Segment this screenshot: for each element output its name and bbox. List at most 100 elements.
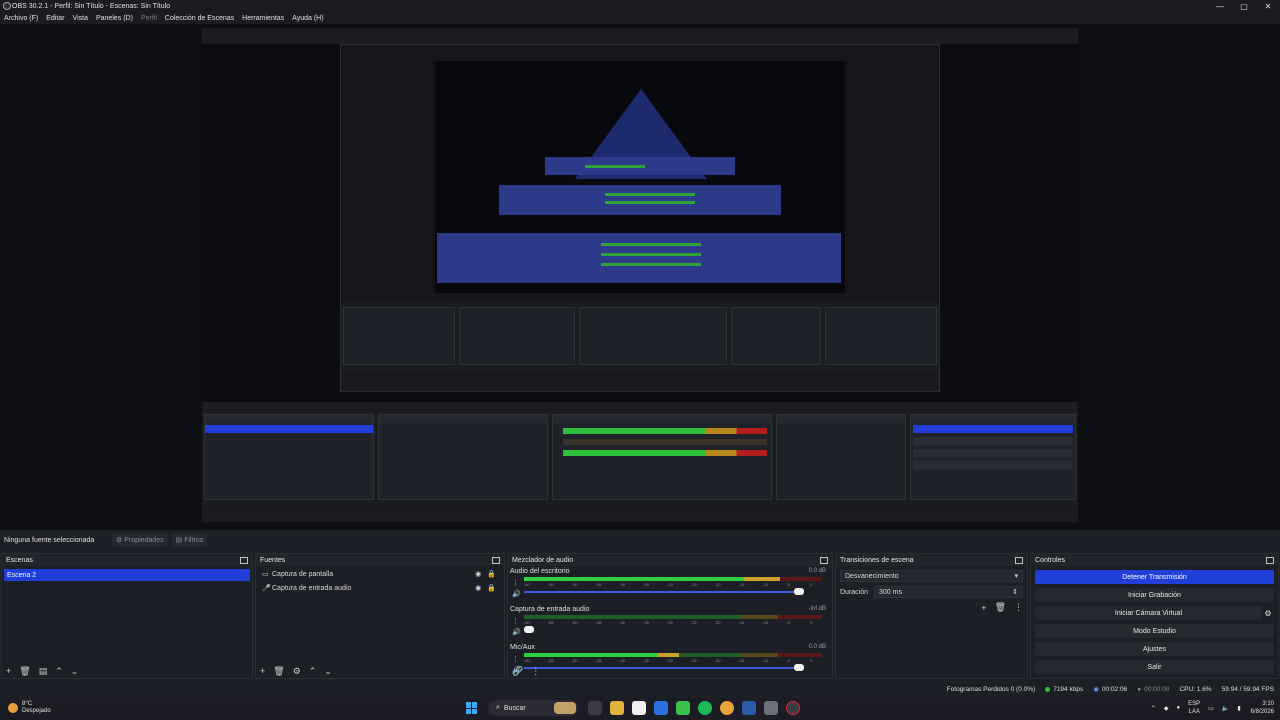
meter-tick-label: -15 [738,658,745,663]
maximize-button[interactable]: ▢ [1232,0,1256,12]
menu-tools[interactable]: Herramientas [242,15,284,22]
menu-dots-icon[interactable]: ⋮ [1014,602,1023,613]
windows-start-icon[interactable] [466,702,478,714]
trash-icon[interactable]: 🗑 [19,666,30,677]
source-item[interactable]: ▭ Captura de pantalla ◉ 🔒 [256,567,504,581]
start-virtual-camera-button[interactable]: Iniciar Cámara Virtual [1035,606,1262,620]
float-dock-icon[interactable] [240,556,248,564]
source-label: Captura de pantalla [272,570,334,578]
chrome-icon[interactable] [720,701,734,715]
settings-button[interactable]: Ajustes [1035,642,1274,656]
trash-icon[interactable]: 🗑 [995,602,1006,613]
task-view-icon[interactable] [588,701,602,715]
eye-icon[interactable]: ◉ [475,570,481,578]
controls-dock: Controles Detener Transmisión Iniciar Gr… [1030,553,1279,679]
add-icon[interactable]: + [6,666,11,676]
menu-view[interactable]: Vista [73,15,88,22]
menu-dots-icon[interactable]: ⋮ [512,616,521,627]
trash-icon[interactable]: 🗑 [273,666,284,677]
dropped-frames: Fotogramas Perdidos 0 (0.0%) [946,685,1036,693]
broadcast-icon: ◉ [1093,686,1099,693]
settings-app-icon[interactable] [764,701,778,715]
gear-icon[interactable]: ⚙ [1262,609,1274,618]
arrow-up-icon[interactable]: ⌃ [55,666,63,677]
start-recording-button[interactable]: Iniciar Grabación [1035,588,1274,602]
file-explorer-icon[interactable] [610,701,624,715]
eye-icon[interactable]: ◉ [475,584,481,592]
menu-dots-icon[interactable]: ⋮ [512,578,521,589]
add-icon[interactable]: + [981,603,986,613]
arrow-down-icon[interactable]: ⌄ [324,666,332,677]
close-button[interactable]: ✕ [1256,0,1280,12]
scenes-list: Escena 2 [2,567,252,664]
scene-item[interactable]: Escena 2 [4,569,250,581]
system-tray: ⌃ ◆ ● ESP LAA ▭ 🔈 ▮ 3:10 6/8/2026 [1143,700,1274,716]
language-indicator[interactable]: ESP LAA [1188,700,1200,716]
preview-canvas[interactable] [0,24,1280,530]
clock[interactable]: 3:10 6/8/2026 [1251,700,1274,716]
transition-select[interactable]: Desvanecimiento ▾ [840,570,1023,582]
chevron-up-icon[interactable]: ⌃ [1151,705,1156,712]
meter-tick-label: -25 [690,620,697,625]
battery-icon[interactable]: ▮ [1237,705,1240,712]
exit-button[interactable]: Salir [1035,660,1274,674]
meter-bar-left [524,653,822,657]
volume-slider[interactable] [524,588,804,595]
arrow-up-icon[interactable]: ⌃ [309,666,317,677]
speaker-icon[interactable]: 🔊 [512,627,521,638]
duration-input[interactable]: 300 ms ⇕ [874,586,1023,598]
taskbar-search[interactable]: ⌕ Buscar [488,700,578,716]
tray-app-icon[interactable]: ◆ [1164,705,1169,712]
transitions-title: Transiciones de escena [840,556,914,564]
menu-help[interactable]: Ayuda (H) [292,15,323,22]
speaker-icon[interactable]: 🔈 [1222,705,1229,712]
float-dock-icon[interactable] [492,556,500,564]
obs-app-icon[interactable] [786,701,800,715]
weather-desc: Despejado [22,708,51,714]
filters-button[interactable]: ▤ Filtros [171,533,208,547]
gear-icon[interactable]: ⚙ [293,666,301,677]
recursive-pane [343,307,455,365]
app-icon[interactable] [676,701,690,715]
tray-app-icon[interactable]: ● [1177,705,1181,711]
lock-icon[interactable]: 🔒 [487,570,496,578]
chevron-down-icon: ▾ [1014,573,1018,580]
stop-stream-button[interactable]: Detener Transmisión [1035,570,1274,584]
volume-knob[interactable] [524,626,534,633]
arrow-down-icon[interactable]: ⌄ [71,666,79,677]
menu-profile[interactable]: Perfil [141,15,157,22]
stream-health-icon [1045,686,1051,692]
studio-mode-button[interactable]: Modo Estudio [1035,624,1274,638]
volume-knob[interactable] [794,588,804,595]
link-icon[interactable]: 🔗 [512,666,523,677]
meter-tick-label: -30 [667,658,673,663]
float-dock-icon[interactable] [1015,556,1023,564]
recursive-meter [605,201,695,204]
meter-tick-label: -50 [571,582,578,587]
spotify-icon[interactable] [698,701,712,715]
filter-icon[interactable]: ▤ [39,666,48,677]
outlook-icon[interactable] [654,701,668,715]
speaker-icon[interactable]: 🔊 [512,589,521,600]
minimize-button[interactable]: — [1208,0,1232,12]
source-item[interactable]: 🎤 Captura de entrada audio ◉ 🔒 [256,581,504,595]
weather-widget[interactable]: 8°C Despejado [8,701,51,715]
menu-dots-icon[interactable]: ⋮ [531,666,540,677]
properties-button[interactable]: ⚙ Propiedades [112,533,168,547]
menu-edit[interactable]: Editar [46,15,64,22]
lock-icon[interactable]: 🔒 [487,584,496,592]
float-dock-icon[interactable] [1266,556,1274,564]
display-icon[interactable]: ▭ [1208,705,1214,712]
controls-title: Controles [1035,556,1065,564]
language-top: ESP [1188,701,1201,707]
captured-mixer-pane [552,414,772,500]
captured-menu-bar [202,36,1078,44]
add-icon[interactable]: + [260,666,265,676]
menu-docks[interactable]: Paneles (D) [96,15,133,22]
float-dock-icon[interactable] [820,556,828,564]
steam-icon[interactable] [742,701,756,715]
menu-scene-collection[interactable]: Colección de Escenas [165,15,234,22]
menu-file[interactable]: Archivo (F) [4,15,38,22]
recursive-pane [459,307,575,365]
store-icon[interactable] [632,701,646,715]
